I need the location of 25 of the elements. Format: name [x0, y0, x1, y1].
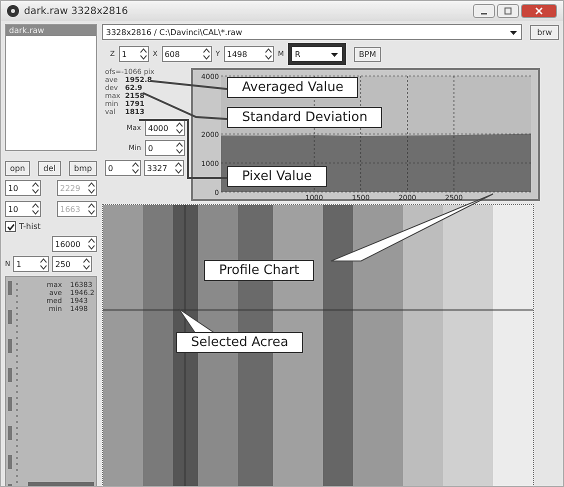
spin-field[interactable]: 1 — [13, 256, 50, 272]
callout-label: Standard Deviation — [227, 107, 382, 128]
callout-label: Pixel Value — [227, 166, 327, 187]
bpm-button[interactable]: BPM — [354, 46, 382, 62]
spin-field[interactable]: 1498 — [224, 46, 274, 62]
spin-field[interactable]: 0 — [105, 160, 141, 176]
callout-label: Averaged Value — [227, 77, 358, 98]
path-combo[interactable]: 3328x2816 / C:\Davinci\CAL\*.raw — [102, 24, 522, 40]
mode-dropdown[interactable]: R — [288, 43, 346, 65]
spin-field[interactable]: 3327 — [144, 160, 184, 176]
t-hist-label: T-hist — [19, 222, 41, 231]
spin-field[interactable]: 16000 — [52, 236, 97, 252]
file-button[interactable]: bmp — [69, 161, 97, 176]
spin-field[interactable]: 10 — [5, 180, 41, 196]
spin-field[interactable]: 608 — [162, 46, 212, 62]
spin-field[interactable]: 4000 — [145, 120, 185, 136]
file-button[interactable]: del — [38, 161, 61, 176]
spin-field[interactable]: 0 — [145, 140, 185, 156]
file-button[interactable]: opn — [5, 161, 30, 176]
spin-field[interactable]: 10 — [5, 201, 41, 217]
spin-field[interactable]: 250 — [52, 256, 92, 272]
browse-button[interactable]: brw — [530, 24, 559, 40]
spin-field[interactable]: 1 — [118, 46, 149, 62]
window-title: dark.raw 3328x2816 — [24, 6, 128, 16]
callout-label: Profile Chart — [204, 260, 314, 281]
